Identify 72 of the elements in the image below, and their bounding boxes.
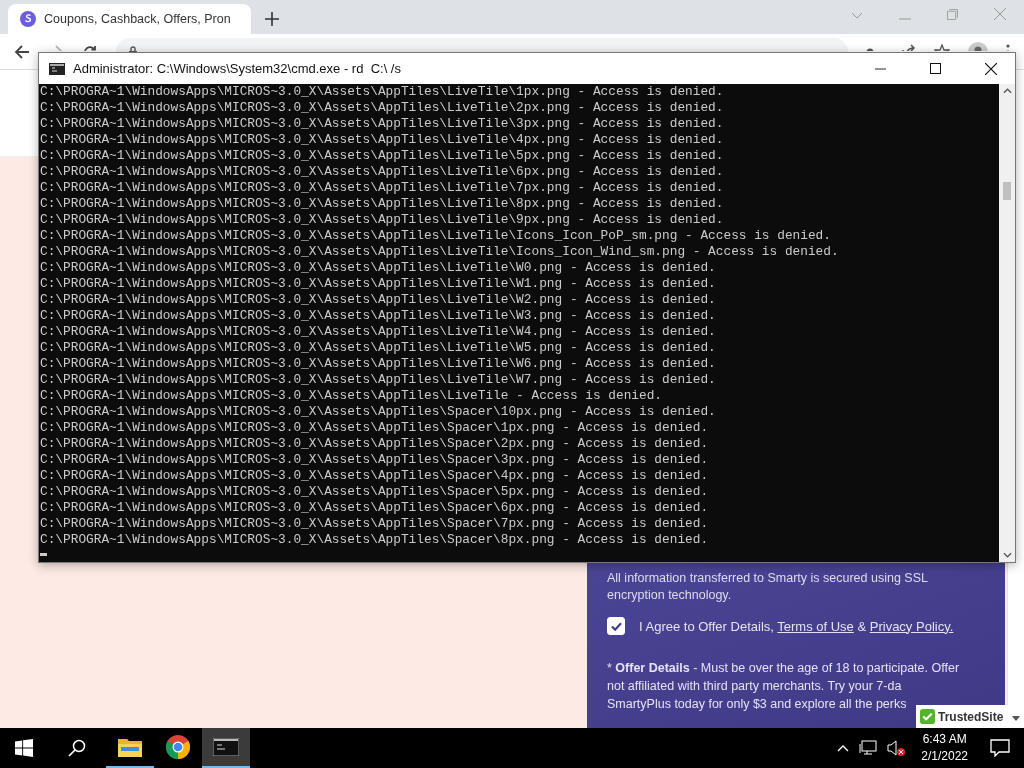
muted-speaker-icon[interactable]: [887, 740, 906, 756]
new-tab-icon[interactable]: [265, 12, 279, 26]
check-icon: [920, 709, 935, 724]
console-line: C:\PROGRA~1\WindowsApps\MICROS~3.0_X\Assets\AppTiles\LiveTile\W2.png - Access is denied.: [40, 292, 717, 308]
console-line: C:\PROGRA~1\WindowsApps\MICROS~3.0_X\Assets\AppTiles\Spacer\2px.png - Access is denied.: [40, 436, 710, 452]
terms-link[interactable]: Terms of Use: [777, 618, 854, 634]
network-icon[interactable]: [859, 740, 878, 756]
lock-icon: [128, 46, 138, 52]
console-line: C:\PROGRA~1\WindowsApps\MICROS~3.0_X\Assets\AppTiles\LiveTile\W3.png - Access is denied.: [40, 308, 717, 324]
scrollbar[interactable]: [999, 84, 1015, 562]
caret-up-icon[interactable]: [837, 744, 850, 752]
console-line: C:\PROGRA~1\WindowsApps\MICROS~3.0_X\Assets\AppTiles\LiveTile\2px.png - Access is denied.: [40, 100, 725, 116]
scroll-thumb[interactable]: [1003, 182, 1011, 200]
console-line: C:\PROGRA~1\WindowsApps\MICROS~3.0_X\Assets\AppTiles\LiveTile\Icons_Icon_Wind_sm.png - Access is denied.: [40, 244, 840, 260]
console-line: C:\PROGRA~1\WindowsApps\MICROS~3.0_X\Assets\AppTiles\Spacer\1px.png - Access is denied.: [40, 420, 710, 436]
share-icon[interactable]: [900, 44, 916, 51]
console-line: C:\PROGRA~1\WindowsApps\MICROS~3.0_X\Assets\AppTiles\LiveTile - Access is denied.: [40, 388, 664, 404]
badge-label: TrustedSite: [938, 709, 1004, 724]
security-note: All information transferred to Smarty is secured using SSL encryption technology.: [607, 570, 929, 604]
folder-icon: [118, 737, 142, 757]
agreement-text: I Agree to Offer Details, Terms of Use & Privacy Policy.: [639, 618, 954, 634]
console-line: C:\PROGRA~1\WindowsApps\MICROS~3.0_X\Assets\AppTiles\LiveTile\7px.png - Access is denied.: [40, 180, 725, 196]
offer-details-text: *Offer Details - Must be over the age of 18 to participate. Offer: [607, 660, 960, 677]
check-icon: [610, 621, 622, 631]
console-icon: [213, 738, 239, 756]
console-line: C:\PROGRA~1\WindowsApps\MICROS~3.0_X\Assets\AppTiles\LiveTile\5px.png - Access is denied.: [40, 148, 725, 164]
console-line: C:\PROGRA~1\WindowsApps\MICROS~3.0_X\Assets\AppTiles\Spacer\8px.png - Access is denied.: [40, 532, 710, 548]
console-line: C:\PROGRA~1\WindowsApps\MICROS~3.0_X\Assets\AppTiles\Spacer\7px.png - Access is denied.: [40, 516, 710, 532]
console-line: C:\PROGRA~1\WindowsApps\MICROS~3.0_X\Assets\AppTiles\Spacer\10px.png - Access is denied.: [40, 404, 717, 420]
console-line: C:\PROGRA~1\WindowsApps\MICROS~3.0_X\Assets\AppTiles\LiveTile\4px.png - Access is denied.: [40, 132, 725, 148]
search-icon[interactable]: [68, 739, 86, 757]
console-line: C:\PROGRA~1\WindowsApps\MICROS~3.0_X\Assets\AppTiles\LiveTile\W5.png - Access is denied.: [40, 340, 717, 356]
console-line: C:\PROGRA~1\WindowsApps\MICROS~3.0_X\Assets\AppTiles\LiveTile\Icons_Icon_PoP_sm.png - Access is denied.: [40, 228, 832, 244]
caret-icon[interactable]: [1012, 716, 1020, 721]
console-line: C:\PROGRA~1\WindowsApps\MICROS~3.0_X\Assets\AppTiles\LiveTile\W4.png - Access is denied.: [40, 324, 717, 340]
chrome-logo-icon: [166, 735, 190, 759]
console-line: C:\PROGRA~1\WindowsApps\MICROS~3.0_X\Assets\AppTiles\LiveTile\W7.png - Access is denied.: [40, 372, 717, 388]
console-line: C:\PROGRA~1\WindowsApps\MICROS~3.0_X\Assets\AppTiles\Spacer\3px.png - Access is denied.: [40, 452, 710, 468]
text-cursor: [40, 553, 47, 556]
console-line: C:\PROGRA~1\WindowsApps\MICROS~3.0_X\Assets\AppTiles\LiveTile\8px.png - Access is denied.: [40, 196, 725, 212]
console-line: C:\PROGRA~1\WindowsApps\MICROS~3.0_X\Assets\AppTiles\LiveTile\6px.png - Access is denied.: [40, 164, 725, 180]
console-line: C:\PROGRA~1\WindowsApps\MICROS~3.0_X\Assets\AppTiles\LiveTile\W0.png - Access is denied.: [40, 260, 717, 276]
trust-badge[interactable]: TrustedSite: [916, 705, 1008, 728]
offer-details-text: not affiliated with third party merchants. Try your 7-da: [607, 678, 902, 695]
maximize-icon[interactable]: [930, 63, 941, 74]
reload-icon[interactable]: [82, 44, 98, 51]
clock-time: 6:43 AM: [922, 731, 967, 748]
privacy-link[interactable]: Privacy Policy.: [869, 618, 954, 634]
caret-icon[interactable]: [1002, 552, 1012, 558]
notification-icon[interactable]: [990, 739, 1010, 757]
console-line: C:\PROGRA~1\WindowsApps\MICROS~3.0_X\Assets\AppTiles\LiveTile\W6.png - Access is denied.: [40, 356, 717, 372]
tab-title: Coupons, Cashback, Offers, Pron: [44, 12, 231, 26]
close-icon[interactable]: [985, 62, 997, 75]
agree-checkbox[interactable]: [607, 617, 625, 635]
console-line: C:\PROGRA~1\WindowsApps\MICROS~3.0_X\Assets\AppTiles\Spacer\4px.png - Access is denied.: [40, 468, 710, 484]
console-line: C:\PROGRA~1\WindowsApps\MICROS~3.0_X\Assets\AppTiles\Spacer\6px.png - Access is denied.: [40, 500, 710, 516]
clock-date: 2/1/2022: [921, 748, 968, 765]
browser-tab[interactable]: Coupons, Cashback, Offers, Pron: [8, 4, 251, 34]
console-line: C:\PROGRA~1\WindowsApps\MICROS~3.0_X\Assets\AppTiles\LiveTile\W1.png - Access is denied.: [40, 276, 717, 292]
back-icon[interactable]: [14, 44, 30, 60]
s-logo-icon: [20, 11, 36, 27]
offer-details-text: SmartyPlus today for only $3 and explore all the perks: [607, 696, 907, 713]
taskbar-app[interactable]: [202, 728, 250, 768]
console-line: C:\PROGRA~1\WindowsApps\MICROS~3.0_X\Assets\AppTiles\Spacer\5px.png - Access is denied.: [40, 484, 710, 500]
console-line: C:\PROGRA~1\WindowsApps\MICROS~3.0_X\Assets\AppTiles\LiveTile\9px.png - Access is denied.: [40, 212, 725, 228]
window-title: Administrator: C:\Windows\System32\cmd.exe - rd C:\ /s: [73, 61, 401, 76]
caret-icon[interactable]: [1002, 88, 1012, 94]
console-line: C:\PROGRA~1\WindowsApps\MICROS~3.0_X\Assets\AppTiles\LiveTile\1px.png - Access is denied.: [40, 84, 725, 100]
console-icon: [49, 62, 65, 75]
console-line: C:\PROGRA~1\WindowsApps\MICROS~3.0_X\Assets\AppTiles\LiveTile\3px.png - Access is denied.: [40, 116, 725, 132]
windows-logo-icon[interactable]: [15, 739, 33, 757]
minimize-icon[interactable]: [875, 67, 886, 70]
